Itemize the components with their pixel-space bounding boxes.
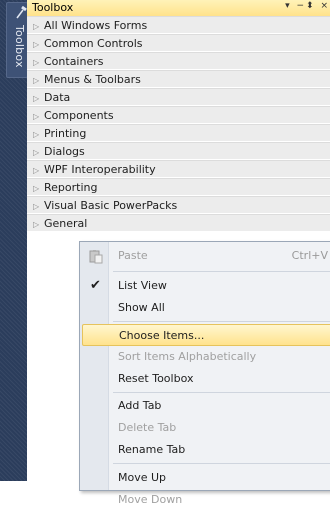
toolbox-category-containers[interactable]: ▷ Containers	[27, 52, 330, 70]
menu-item-move-down[interactable]: Move Down	[82, 489, 330, 511]
category-label: All Windows Forms	[44, 19, 148, 32]
menu-item-reset-toolbox[interactable]: Reset Toolbox	[82, 368, 330, 390]
toolbox-category-reporting[interactable]: ▷ Reporting	[27, 178, 330, 196]
toolbox-tab-label: Toolbox	[13, 25, 26, 68]
toolbox-category-printing[interactable]: ▷ Printing	[27, 124, 330, 142]
toolbox-category-general[interactable]: ▷ General	[27, 214, 330, 232]
toolbox-title: Toolbox	[32, 1, 74, 14]
menu-item-list-view[interactable]: ✔ List View	[82, 275, 330, 297]
category-label: Components	[44, 109, 114, 122]
hammer-wrench-icon	[16, 6, 27, 19]
category-label: Reporting	[44, 181, 98, 194]
menu-item-choose-items[interactable]: Choose Items...	[82, 324, 330, 346]
toolbox-autohide-strip: Toolbox	[0, 0, 28, 481]
menu-separator	[113, 392, 330, 393]
menu-item-label: List View	[118, 279, 167, 292]
menu-item-label: Move Up	[118, 471, 167, 484]
menu-item-rename-tab[interactable]: Rename Tab	[82, 439, 330, 461]
menu-item-add-tab[interactable]: Add Tab	[82, 395, 330, 417]
context-menu: Paste Ctrl+V ✔ List View Show All Choose Item…	[79, 241, 330, 506]
toolbox-titlebar: Toolbox ▾ −⬍ ×	[27, 0, 330, 17]
category-label: Common Controls	[44, 37, 143, 50]
menu-item-move-up[interactable]: Move Up	[82, 467, 330, 489]
menu-separator	[113, 463, 330, 464]
menu-item-shortcut: Ctrl+V	[291, 249, 328, 262]
menu-item-paste[interactable]: Paste Ctrl+V	[82, 245, 330, 267]
category-label: General	[44, 217, 88, 230]
checkmark-icon: ✔	[90, 278, 101, 293]
menu-separator	[113, 321, 330, 322]
menu-item-label: Sort Items Alphabetically	[118, 350, 257, 363]
toolbox-category-dialogs[interactable]: ▷ Dialogs	[27, 142, 330, 160]
menu-item-label: Show All	[118, 301, 165, 314]
menu-item-label: Move Down	[118, 493, 183, 506]
category-label: Dialogs	[44, 145, 85, 158]
category-label: Printing	[44, 127, 87, 140]
clipboard-paste-icon	[89, 250, 103, 264]
category-label: WPF Interoperability	[44, 163, 156, 176]
toolbox-category-visual-basic-powerpacks[interactable]: ▷ Visual Basic PowerPacks	[27, 196, 330, 214]
toolbox-category-common-controls[interactable]: ▷ Common Controls	[27, 34, 330, 52]
expand-arrow-icon[interactable]: ▷	[33, 216, 40, 234]
menu-item-label: Paste	[118, 249, 148, 262]
category-label: Data	[44, 91, 71, 104]
menu-item-label: Rename Tab	[118, 443, 186, 456]
toolbox-category-data[interactable]: ▷ Data	[27, 88, 330, 106]
window-controls[interactable]: ▾ −⬍ ×	[285, 1, 330, 11]
category-label: Containers	[44, 55, 104, 68]
menu-item-delete-tab[interactable]: Delete Tab	[82, 417, 330, 439]
menu-item-label: Reset Toolbox	[118, 372, 194, 385]
menu-item-label: Choose Items...	[119, 329, 205, 342]
toolbox-category-all-windows-forms[interactable]: ▷ All Windows Forms	[27, 16, 330, 34]
toolbox-category-components[interactable]: ▷ Components	[27, 106, 330, 124]
toolbox-category-menus-toolbars[interactable]: ▷ Menus & Toolbars	[27, 70, 330, 88]
menu-item-sort-items-alphabetically[interactable]: Sort Items Alphabetically	[82, 346, 330, 368]
toolbox-autohide-tab[interactable]: Toolbox	[6, 2, 28, 78]
menu-item-show-all[interactable]: Show All	[82, 297, 330, 319]
category-label: Visual Basic PowerPacks	[44, 199, 178, 212]
menu-item-label: Add Tab	[118, 399, 162, 412]
category-label: Menus & Toolbars	[44, 73, 141, 86]
menu-separator	[113, 271, 330, 272]
toolbox-category-wpf-interoperability[interactable]: ▷ WPF Interoperability	[27, 160, 330, 178]
menu-item-label: Delete Tab	[118, 421, 177, 434]
